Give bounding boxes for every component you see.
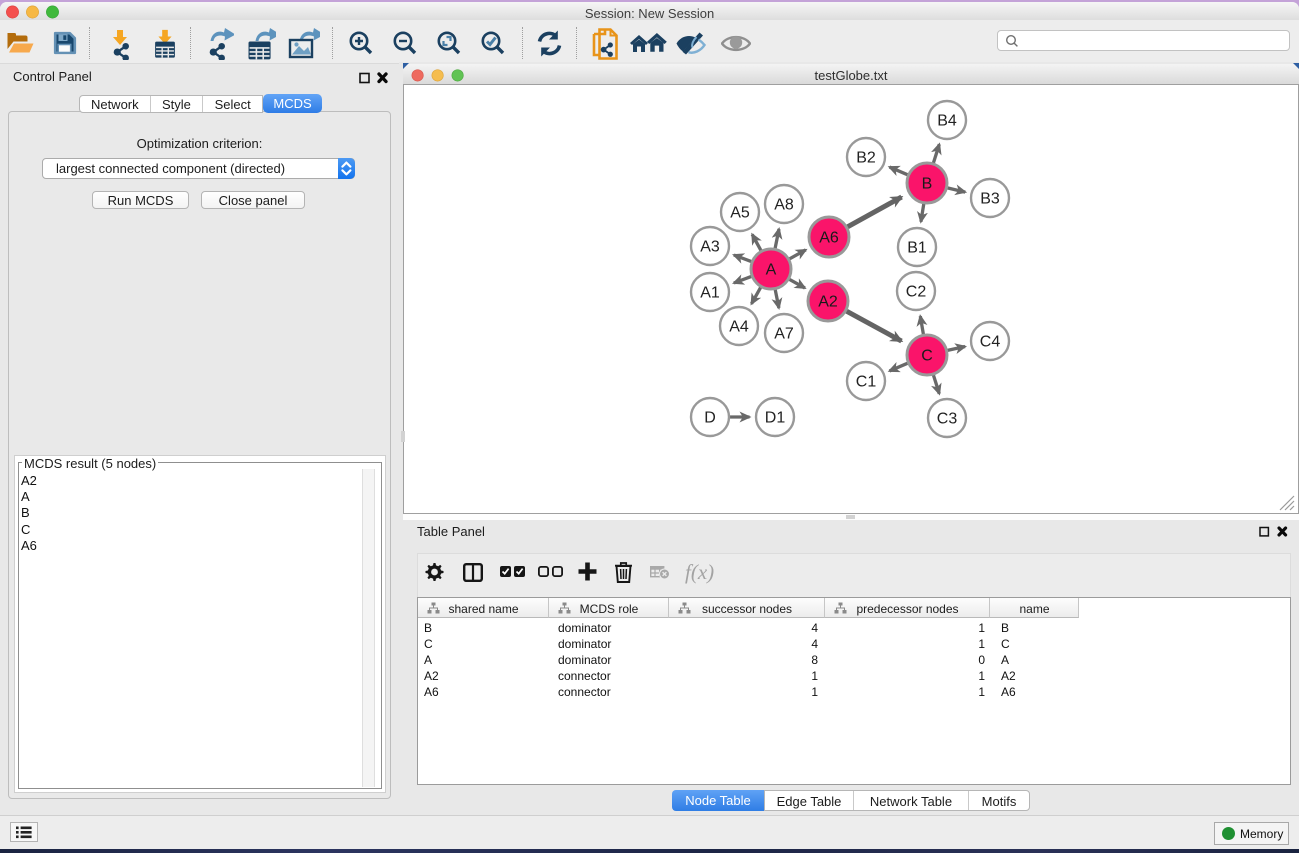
- svg-text:B2: B2: [856, 150, 876, 167]
- svg-text:B3: B3: [980, 191, 1000, 208]
- svg-text:B1: B1: [907, 240, 927, 257]
- svg-text:A: A: [766, 262, 777, 279]
- svg-text:B: B: [922, 176, 933, 193]
- svg-text:A5: A5: [730, 205, 750, 222]
- svg-text:C3: C3: [937, 411, 958, 428]
- svg-text:A7: A7: [774, 326, 794, 343]
- svg-text:A2: A2: [818, 294, 838, 311]
- svg-text:A6: A6: [819, 230, 839, 247]
- svg-text:A8: A8: [774, 197, 794, 214]
- svg-text:A4: A4: [729, 319, 749, 336]
- svg-text:A3: A3: [700, 239, 720, 256]
- svg-text:D: D: [704, 410, 716, 427]
- svg-text:C1: C1: [856, 374, 877, 391]
- svg-text:B4: B4: [937, 113, 957, 130]
- svg-text:A1: A1: [700, 285, 720, 302]
- svg-text:C4: C4: [980, 334, 1001, 351]
- svg-text:D1: D1: [765, 410, 786, 427]
- svg-text:C2: C2: [906, 284, 927, 301]
- svg-text:C: C: [921, 348, 933, 365]
